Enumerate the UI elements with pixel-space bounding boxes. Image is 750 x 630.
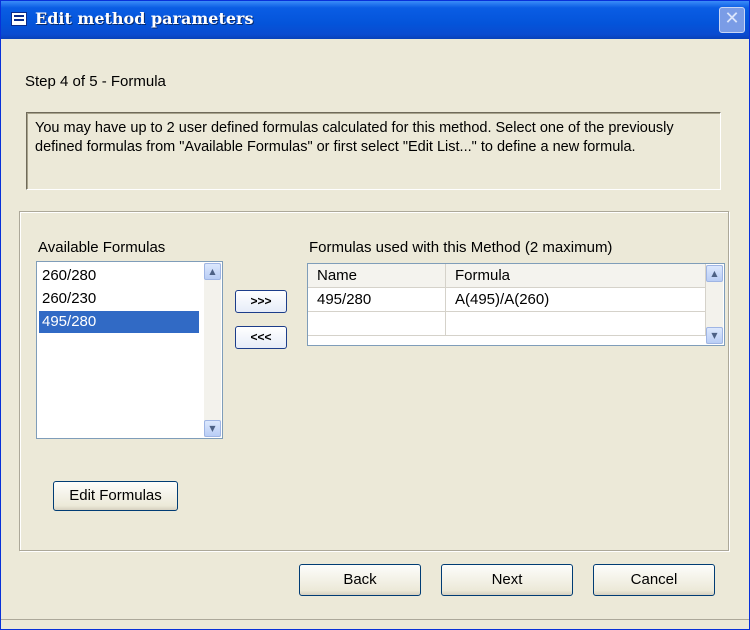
- list-item-selected[interactable]: 495/280: [39, 311, 199, 333]
- list-scrollbar[interactable]: ▲ ▼: [204, 263, 221, 437]
- edit-formulas-button[interactable]: Edit Formulas: [53, 481, 178, 511]
- chevron-up-icon: ▲: [711, 269, 718, 278]
- column-header-name[interactable]: Name: [308, 264, 446, 288]
- add-formula-button[interactable]: >>>: [235, 290, 287, 313]
- column-header-formula[interactable]: Formula: [446, 264, 706, 288]
- scroll-down-button[interactable]: ▼: [706, 327, 723, 344]
- step-label: Step 4 of 5 - Formula: [25, 73, 166, 90]
- available-formulas-list[interactable]: 260/280 260/230 495/280 ▲ ▼: [36, 261, 223, 439]
- dialog-window: Edit method parameters ✕ Step 4 of 5 - F…: [0, 0, 750, 630]
- chevron-up-icon: ▲: [209, 267, 216, 276]
- chevron-down-icon: ▼: [209, 424, 216, 433]
- table-cell-formula[interactable]: A(495)/A(260): [446, 288, 706, 312]
- close-icon: ✕: [724, 8, 740, 29]
- table-cell-name[interactable]: [308, 312, 446, 336]
- info-box: You may have up to 2 user defined formul…: [26, 112, 721, 190]
- next-button[interactable]: Next: [441, 564, 573, 596]
- info-text: You may have up to 2 user defined formul…: [35, 120, 674, 155]
- bottom-divider: [1, 619, 749, 620]
- close-button[interactable]: ✕: [719, 7, 745, 33]
- cancel-button[interactable]: Cancel: [593, 564, 715, 596]
- available-formulas-label: Available Formulas: [38, 239, 166, 256]
- used-formulas-grid[interactable]: Name Formula 495/280 A(495)/A(260) ▲ ▼: [307, 263, 725, 346]
- used-formulas-label: Formulas used with this Method (2 maximu…: [309, 239, 613, 256]
- back-button[interactable]: Back: [299, 564, 421, 596]
- table-cell-formula[interactable]: [446, 312, 706, 336]
- grid-scrollbar[interactable]: ▲ ▼: [706, 265, 723, 344]
- scroll-down-button[interactable]: ▼: [204, 420, 221, 437]
- remove-formula-button[interactable]: <<<: [235, 326, 287, 349]
- title-bar[interactable]: Edit method parameters ✕: [1, 1, 749, 39]
- list-item[interactable]: 260/230: [39, 288, 199, 310]
- scroll-up-button[interactable]: ▲: [204, 263, 221, 280]
- app-icon: [11, 12, 27, 26]
- scroll-up-button[interactable]: ▲: [706, 265, 723, 282]
- window-title: Edit method parameters: [35, 9, 254, 28]
- chevron-down-icon: ▼: [711, 331, 718, 340]
- list-item[interactable]: 260/280: [39, 265, 199, 287]
- table-cell-name[interactable]: 495/280: [308, 288, 446, 312]
